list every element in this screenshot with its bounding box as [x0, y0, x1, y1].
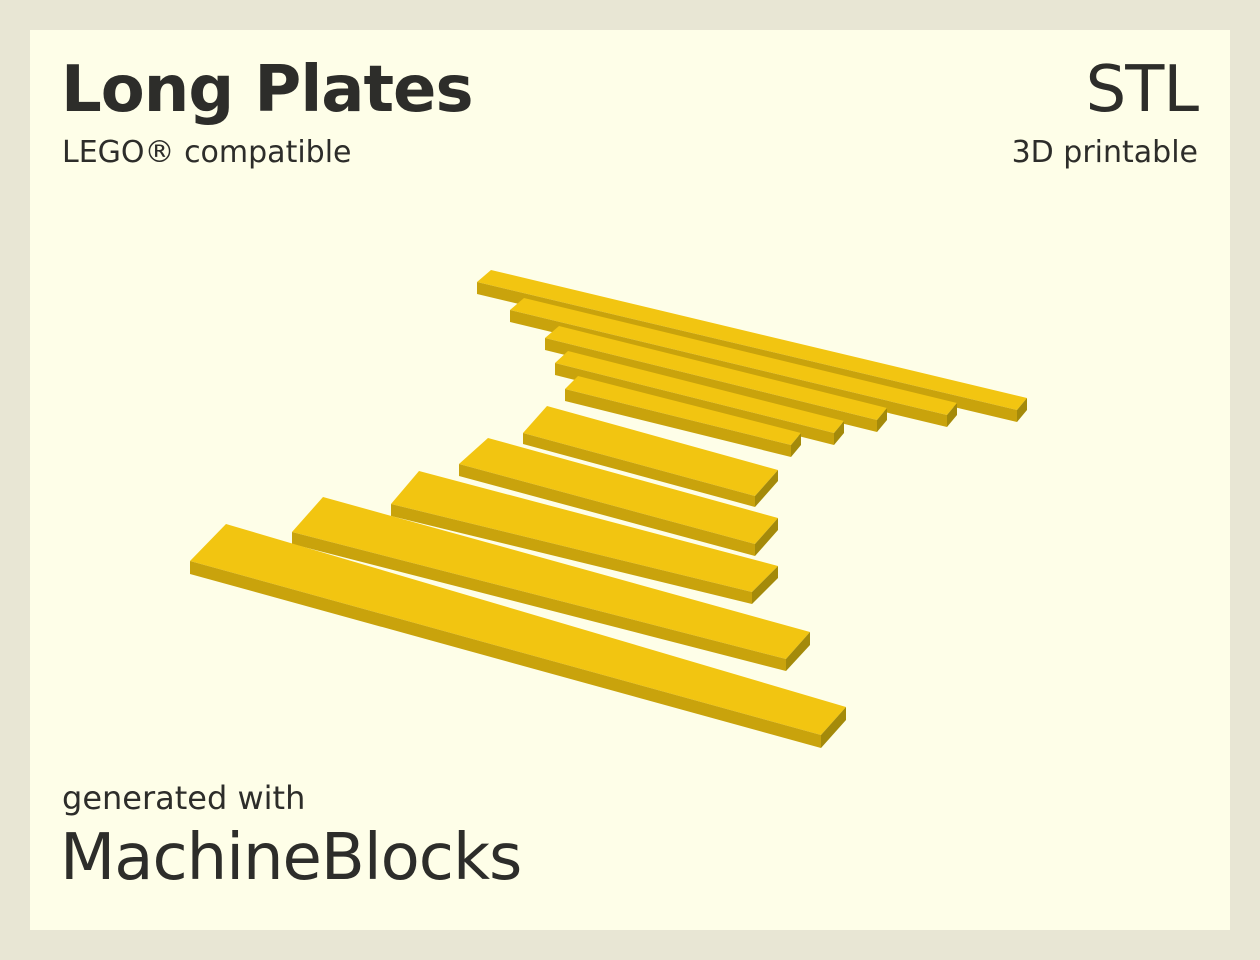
brand-name: MachineBlocks [60, 821, 522, 895]
generated-with-label: generated with [62, 779, 306, 817]
page-title: Long Plates [61, 53, 474, 127]
file-format: STL [1085, 53, 1199, 127]
file-format-subtitle: 3D printable [1011, 135, 1198, 170]
product-card: Long Plates LEGO® compatible STL 3D prin… [30, 30, 1230, 930]
page-subtitle: LEGO® compatible [62, 135, 352, 170]
